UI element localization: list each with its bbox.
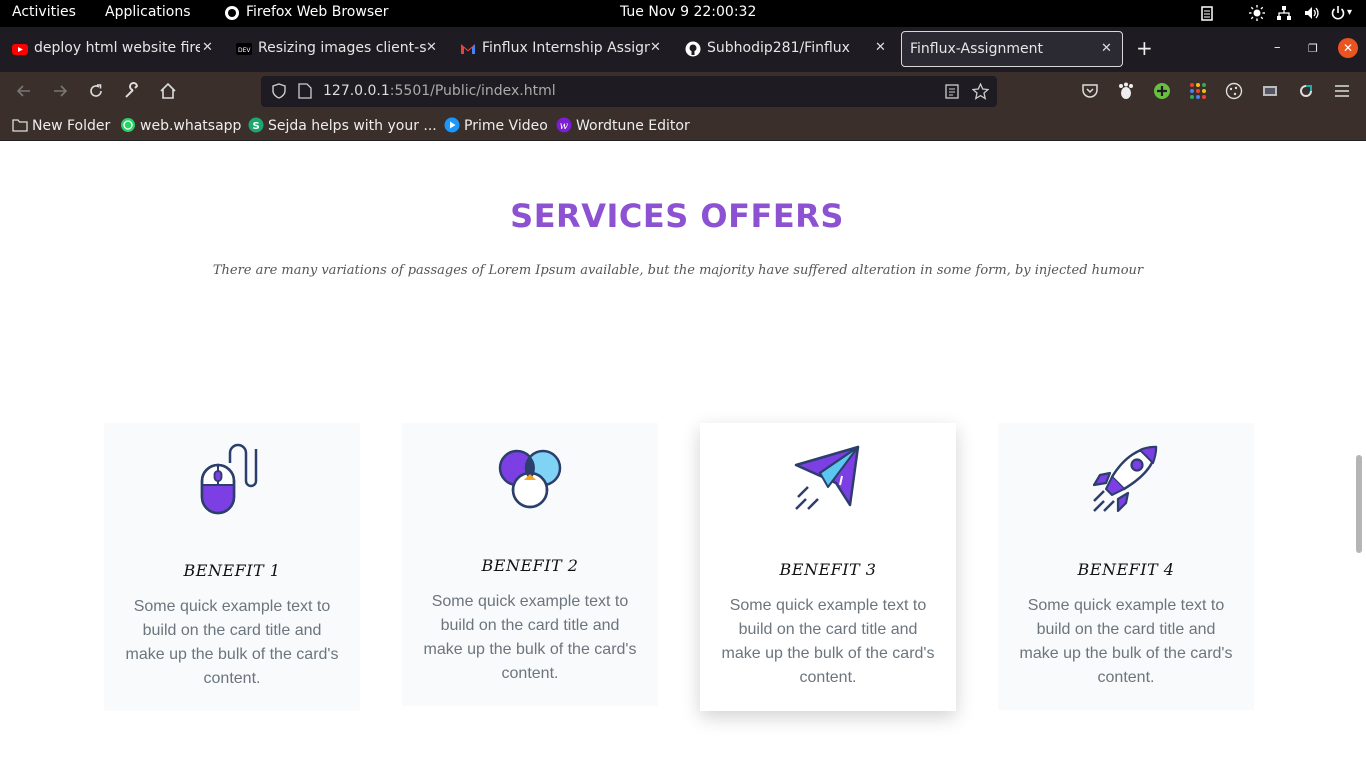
svg-text:S: S [253, 121, 260, 132]
mouse-icon [200, 443, 258, 515]
dev-icon: DEV [236, 43, 252, 55]
color-circles-icon [498, 449, 562, 509]
gmail-icon [461, 44, 475, 54]
svg-text:w: w [560, 121, 569, 132]
bookmark-star-icon[interactable] [972, 83, 989, 100]
section-subtitle: There are many variations of passages of… [212, 263, 1144, 278]
card-title: BENEFIT 3 [779, 560, 877, 579]
rocket-icon [1092, 445, 1158, 513]
close-icon[interactable]: ✕ [202, 40, 213, 55]
page-scrollbar[interactable] [1356, 455, 1362, 553]
forward-arrow-icon[interactable] [50, 81, 70, 101]
svg-text:DEV: DEV [238, 47, 251, 54]
home-icon[interactable] [158, 81, 178, 101]
wordtune-icon: w [556, 117, 572, 133]
prime-video-icon [444, 117, 460, 133]
network-icon[interactable] [1276, 5, 1292, 21]
url-text[interactable]: 127.0.0.1:5501/Public/index.html [323, 83, 556, 99]
activities-button[interactable]: Activities [12, 4, 76, 20]
screenshot-icon[interactable] [1261, 82, 1279, 100]
applications-menu[interactable]: Applications [105, 4, 191, 20]
new-tab-button[interactable]: + [1136, 36, 1153, 60]
system-top-bar: Activities Applications Firefox Web Brow… [0, 0, 1366, 27]
chevron-down-icon[interactable]: ▾ [1347, 7, 1352, 18]
clock[interactable]: Tue Nov 9 22:00:32 [620, 4, 756, 20]
bookmark-whatsapp[interactable]: web.whatsapp [120, 117, 241, 134]
whatsapp-icon [121, 118, 135, 132]
card-title: BENEFIT 2 [481, 556, 579, 575]
page-icon [298, 83, 312, 99]
reload-icon[interactable] [86, 81, 106, 101]
bookmark-sejda[interactable]: S Sejda helps with your ... [248, 117, 437, 134]
folder-icon [12, 119, 28, 132]
hamburger-menu-icon[interactable] [1333, 82, 1351, 100]
back-arrow-icon[interactable] [14, 81, 34, 101]
brightness-icon[interactable] [1249, 5, 1265, 21]
bookmark-new-folder[interactable]: New Folder [12, 117, 110, 134]
bookmark-prime-video[interactable]: Prime Video [444, 117, 548, 134]
benefit-card-2: BENEFIT 2 Some quick example text to bui… [402, 423, 658, 706]
close-icon[interactable]: ✕ [1101, 41, 1112, 56]
maximize-button[interactable]: ❐ [1308, 42, 1318, 55]
tab-github[interactable]: Subhodip281/Finflux ✕ [675, 31, 897, 67]
card-text: Some quick example text to build on the … [125, 598, 339, 687]
close-icon[interactable]: ✕ [426, 40, 437, 55]
power-icon[interactable] [1330, 5, 1346, 21]
close-icon[interactable]: ✕ [875, 40, 886, 55]
card-text: Some quick example text to build on the … [721, 597, 935, 686]
app-menu-firefox[interactable]: Firefox Web Browser [246, 4, 389, 20]
github-icon [685, 41, 701, 57]
bookmarks-toolbar: New Folder web.whatsapp S Sejda helps wit… [0, 110, 1366, 141]
sync-icon[interactable] [1297, 82, 1315, 100]
page-content: SERVICES OFFERS There are many variation… [0, 141, 1366, 768]
volume-icon[interactable] [1304, 5, 1320, 21]
address-bar[interactable]: 127.0.0.1:5501/Public/index.html [261, 76, 997, 107]
benefit-card-4: BENEFIT 4 Some quick example text to bui… [998, 423, 1254, 710]
benefit-card-3: BENEFIT 3 Some quick example text to bui… [700, 423, 956, 711]
shield-icon[interactable] [271, 83, 287, 99]
bookmark-wordtune[interactable]: w Wordtune Editor [556, 117, 690, 134]
paper-plane-icon [794, 445, 860, 510]
cookie-icon[interactable] [1225, 82, 1243, 100]
add-extension-icon[interactable] [1153, 82, 1171, 100]
close-icon[interactable]: ✕ [650, 40, 661, 55]
card-text: Some quick example text to build on the … [423, 593, 637, 682]
firefox-icon [225, 6, 239, 20]
sejda-icon: S [248, 117, 264, 133]
tab-finflux-internship[interactable]: Finflux Internship Assignm ✕ [450, 31, 672, 67]
tab-strip: deploy html website fireb ✕ DEV Resizing… [0, 27, 1366, 72]
tab-deploy[interactable]: deploy html website fireb ✕ [2, 31, 222, 67]
minimize-button[interactable]: – [1274, 40, 1281, 55]
tab-finflux-assignment[interactable]: Finflux-Assignment ✕ [901, 31, 1123, 67]
card-text: Some quick example text to build on the … [1019, 597, 1233, 686]
window-close-button[interactable]: ✕ [1338, 38, 1358, 58]
benefit-card-1: BENEFIT 1 Some quick example text to bui… [104, 423, 360, 711]
pocket-icon[interactable] [1081, 82, 1099, 100]
youtube-icon [12, 44, 28, 55]
wrench-icon[interactable] [122, 81, 142, 101]
card-title: BENEFIT 1 [183, 561, 281, 580]
reader-view-icon[interactable] [945, 84, 959, 99]
nav-toolbar: 127.0.0.1:5501/Public/index.html [0, 72, 1366, 110]
clipboard-icon[interactable] [1199, 5, 1215, 21]
tab-resizing[interactable]: DEV Resizing images client-sid ✕ [226, 31, 448, 67]
apps-grid-icon[interactable] [1189, 82, 1207, 100]
card-title: BENEFIT 4 [1077, 560, 1175, 579]
extension-foot-icon[interactable] [1117, 82, 1135, 100]
section-title: SERVICES OFFERS [510, 197, 844, 235]
